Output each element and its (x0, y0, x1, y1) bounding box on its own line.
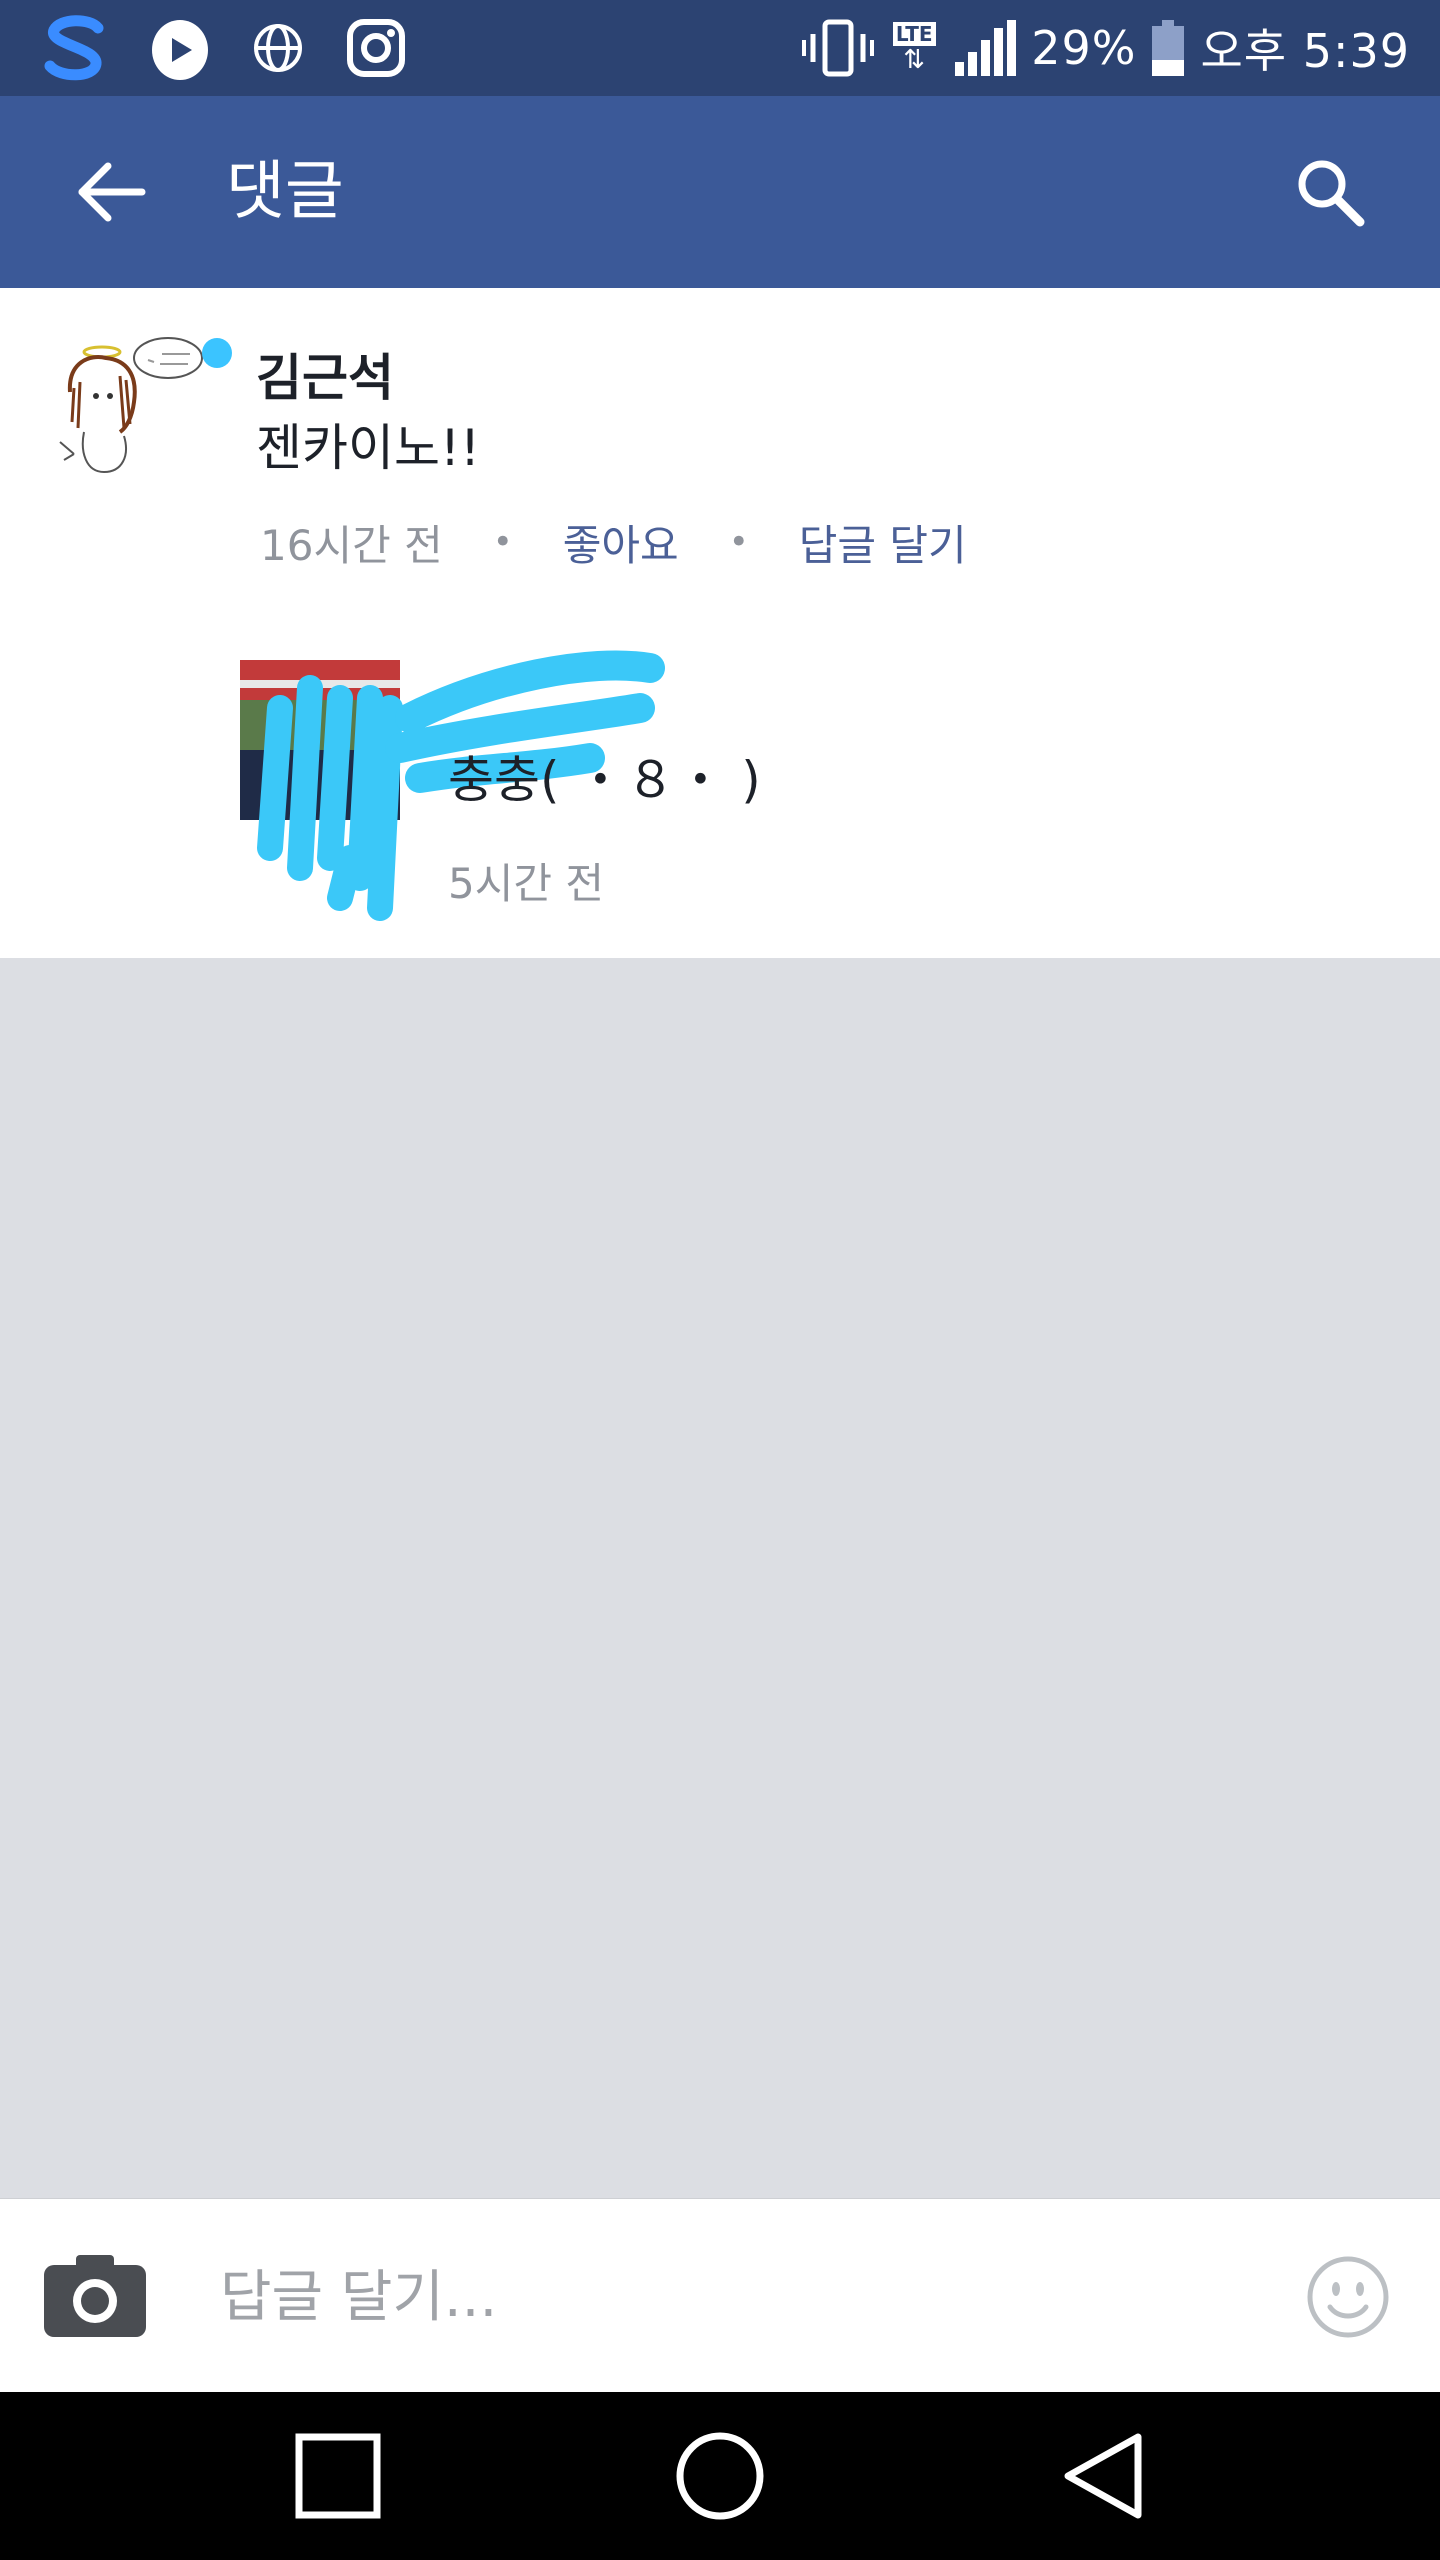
avatar-drawing-icon (59, 337, 203, 474)
system-nav-bar (0, 2392, 1440, 2560)
comment-text: 젠카이노!! (256, 419, 481, 477)
lte-icon: LTE ⇅ (889, 22, 939, 74)
reply-text: 충충( ・８・ ) (448, 751, 761, 809)
recents-square-icon (295, 2433, 381, 2519)
like-button[interactable]: 좋아요 (563, 512, 679, 573)
emoji-button[interactable] (1306, 2255, 1390, 2339)
separator-dot: • (492, 522, 513, 562)
reply-button[interactable]: 답글 달기 (799, 512, 967, 573)
clock: 오후 5:39 (1200, 24, 1410, 78)
reply-composer (0, 2198, 1440, 2392)
smiley-icon (1307, 2256, 1389, 2338)
lte-label: LTE (892, 22, 936, 46)
globe-icon (254, 24, 302, 72)
status-bar: LTE ⇅ 29% 오후 5:39 (0, 0, 1440, 96)
arrow-left-icon (78, 162, 146, 222)
reply-time: 5시간 전 (448, 859, 604, 908)
notification-icons (40, 14, 406, 82)
system-status: LTE ⇅ 29% 오후 5:39 (801, 14, 1410, 82)
signal-icon (955, 20, 1017, 76)
separator-dot: • (728, 522, 749, 562)
recents-button[interactable] (288, 2426, 388, 2526)
comment-actions: 16시간 전 • 좋아요 • 답글 달기 (260, 510, 967, 574)
instagram-icon (347, 19, 405, 77)
reply-input[interactable] (220, 2249, 1220, 2345)
search-icon (1298, 160, 1365, 227)
online-status-dot (202, 338, 232, 368)
back-triangle-icon (1064, 2433, 1142, 2519)
page-title: 댓글 (226, 155, 344, 229)
play-egg-icon (152, 20, 208, 80)
s-app-icon (44, 15, 104, 81)
back-nav-button[interactable] (1052, 2426, 1152, 2526)
app-bar: 댓글 (0, 96, 1440, 288)
battery-icon (1152, 20, 1185, 76)
home-circle-icon (676, 2432, 764, 2520)
home-button[interactable] (670, 2426, 770, 2526)
search-button[interactable] (1280, 142, 1380, 242)
camera-icon (44, 2255, 146, 2337)
vibrate-icon (802, 19, 875, 77)
avatar[interactable] (50, 332, 203, 482)
back-button[interactable] (60, 142, 160, 242)
comment-thread: 김근석 젠카이노!! 16시간 전 • 좋아요 • 답글 달기 충충( ・８・ … (0, 288, 1440, 958)
battery-percent: 29% (1031, 21, 1137, 75)
camera-button[interactable] (40, 2251, 150, 2341)
comment-time: 16시간 전 (260, 520, 443, 570)
comment-author[interactable]: 김근석 (256, 338, 394, 410)
